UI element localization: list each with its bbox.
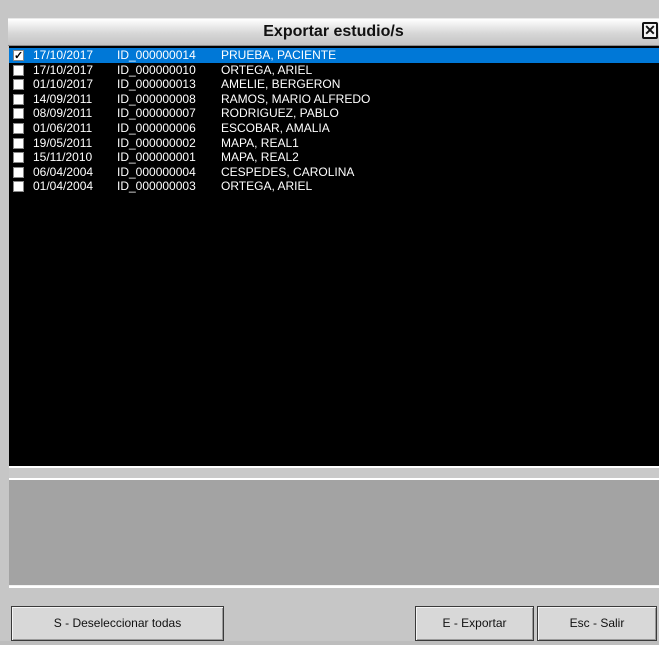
study-checkbox[interactable] (13, 137, 24, 149)
deselect-all-button[interactable]: S - Deseleccionar todas (11, 606, 224, 641)
study-date: 01/04/2004 (33, 179, 94, 194)
study-id: ID_000000006 (117, 121, 196, 135)
divider (9, 586, 659, 602)
patient-name: CESPEDES, CAROLINA (221, 164, 355, 179)
details-panel (9, 478, 659, 586)
study-checkbox[interactable] (13, 152, 24, 164)
study-id: ID_000000001 (117, 150, 196, 165)
study-row[interactable]: ✓ 17/10/2017 ID_000000014 PRUEBA, PACIENTE (9, 48, 659, 63)
study-id: ID_000000008 (117, 91, 196, 106)
dialog-title: Exportar estudio/s (263, 23, 404, 40)
study-id: ID_000000010 (117, 62, 196, 77)
study-id: ID_000000002 (117, 135, 196, 150)
patient-name: AMELIE, BERGERON (221, 77, 341, 92)
patient-name: ORTEGA, ARIEL (221, 62, 313, 77)
study-id: ID_000000007 (117, 106, 196, 121)
study-row[interactable]: 17/10/2017 ID_000000010 ORTEGA, ARIEL (9, 63, 659, 78)
study-row[interactable]: 14/09/2011 ID_000000008 RAMOS, MARIO ALFRE… (9, 92, 659, 107)
study-date: 08/09/2011 (33, 106, 93, 121)
study-checkbox[interactable] (13, 79, 24, 91)
study-date: 17/10/2017 (33, 62, 94, 77)
patient-name: ESCOBAR, AMALIA (221, 121, 330, 135)
patient-name: ORTEGA, ARIEL (221, 179, 313, 194)
divider (9, 466, 659, 478)
title-bar: Exportar estudio/s ✕ (8, 18, 659, 46)
study-date: 17/10/2017 (33, 48, 94, 62)
study-row[interactable]: 01/10/2017 ID_000000013 AMELIE, BERGERON (9, 77, 659, 92)
study-checkbox[interactable] (13, 93, 24, 105)
study-date: 01/10/2017 (33, 77, 94, 92)
patient-name: MAPA, REAL1 (221, 135, 299, 150)
study-id: ID_000000014 (117, 48, 196, 62)
study-id: ID_000000013 (117, 77, 196, 92)
study-row[interactable]: 06/04/2004 ID_000000004 CESPEDES, CAROLINA (9, 165, 659, 180)
study-id: ID_000000004 (117, 164, 196, 179)
study-row[interactable]: 01/04/2004 ID_000000003 ORTEGA, ARIEL (9, 179, 659, 194)
study-row[interactable]: 19/05/2011 ID_000000002 MAPA, REAL1 (9, 136, 659, 151)
study-list[interactable]: ✓ 17/10/2017 ID_000000014 PRUEBA, PACIENTE 1… (9, 46, 659, 466)
study-row[interactable]: 08/09/2011 ID_000000007 RODRIGUEZ, PABLO (9, 106, 659, 121)
study-date: 14/09/2011 (33, 91, 93, 106)
patient-name: PRUEBA, PACIENTE (221, 48, 337, 62)
patient-name: MAPA, REAL2 (221, 150, 299, 165)
study-checkbox[interactable] (13, 181, 24, 193)
exit-button[interactable]: Esc - Salir (537, 606, 657, 641)
patient-name: RODRIGUEZ, PABLO (221, 106, 339, 121)
patient-name: RAMOS, MARIO ALFREDO (221, 91, 371, 106)
study-checkbox[interactable] (13, 166, 24, 178)
close-icon[interactable]: ✕ (642, 22, 658, 39)
study-checkbox[interactable] (13, 64, 24, 76)
study-date: 01/06/2011 (33, 121, 93, 135)
export-dialog: Exportar estudio/s ✕ ✓ 17/10/2017 ID_00000… (0, 0, 659, 645)
study-checkbox[interactable] (13, 108, 24, 120)
study-checkbox[interactable] (13, 123, 24, 134)
study-checkbox[interactable]: ✓ (13, 50, 24, 62)
study-row[interactable]: 01/06/2011 ID_000000006 ESCOBAR, AMALIA (9, 121, 659, 136)
study-date: 06/04/2004 (33, 164, 94, 179)
study-id: ID_000000003 (117, 179, 196, 194)
study-date: 15/11/2010 (33, 150, 93, 165)
export-button[interactable]: E - Exportar (415, 606, 534, 641)
window-edge (0, 641, 659, 645)
study-row[interactable]: 15/11/2010 ID_000000001 MAPA, REAL2 (9, 150, 659, 165)
study-date: 19/05/2011 (33, 135, 93, 150)
